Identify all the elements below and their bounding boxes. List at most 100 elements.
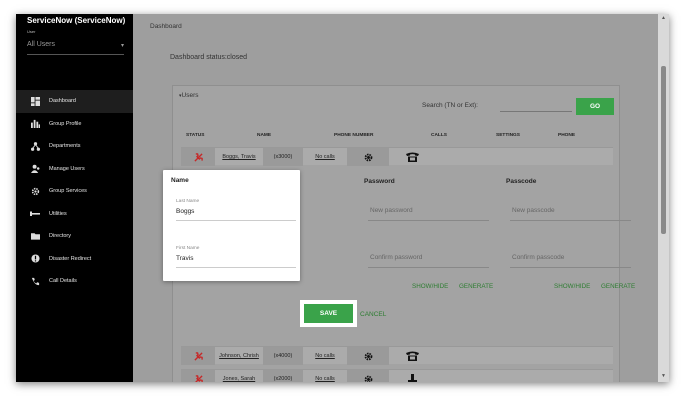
confirm-password-input[interactable]: Confirm password: [370, 254, 422, 261]
scroll-up-icon[interactable]: ▲: [661, 15, 666, 21]
sidebar-item-label: Departments: [49, 143, 81, 150]
first-name-label: First Name: [176, 246, 200, 251]
last-name-underline: [176, 220, 296, 221]
users-toggle[interactable]: ▾Users: [179, 92, 199, 99]
col-header-settings: SETTINGS: [496, 133, 520, 138]
desk-phone-icon: [405, 351, 419, 361]
sidebar-item-directory[interactable]: Directory: [16, 225, 133, 248]
sidebar-item-disaster-redirect[interactable]: Disaster Redirect: [16, 248, 133, 271]
folder-icon: [30, 231, 40, 241]
bar-chart-icon: [30, 119, 40, 129]
sidebar-item-departments[interactable]: Departments: [16, 135, 133, 158]
sidebar-item-label: Manage Users: [49, 165, 85, 172]
table-row: Johnson, Chrish (x4000) No calls: [181, 346, 613, 365]
sidebar-item-label: Utilities: [49, 210, 67, 217]
password-generate-link[interactable]: GENERATE: [459, 283, 493, 290]
new-password-input[interactable]: New password: [370, 207, 413, 214]
first-name-underline: [176, 267, 296, 268]
user-select[interactable]: All Users ▾: [27, 41, 124, 55]
no-phone-status-icon: [193, 351, 203, 361]
main-content: Dashboard Dashboard status:closed ▾Users…: [133, 14, 669, 382]
col-header-phone: PHONE: [558, 133, 576, 138]
user-name-link[interactable]: Jones, Sarah: [217, 370, 261, 382]
passcode-generate-link[interactable]: GENERATE: [601, 283, 635, 290]
sidebar-item-group-profile[interactable]: Group Profile: [16, 113, 133, 136]
sidebar-item-label: Group Services: [49, 188, 87, 195]
chevron-down-icon: ▾: [120, 43, 124, 49]
phone-button[interactable]: [391, 347, 433, 365]
no-phone-status-icon: [193, 152, 203, 162]
sidebar-item-label: Directory: [49, 233, 72, 240]
save-button[interactable]: SAVE: [304, 304, 353, 323]
user-name-link[interactable]: Boggs, Travis: [217, 148, 261, 166]
last-name-input[interactable]: Boggs: [176, 208, 194, 215]
app-title: ServiceNow (ServiceNow): [27, 16, 126, 25]
sidebar-item-dashboard[interactable]: Dashboard: [16, 90, 133, 113]
first-name-input[interactable]: Travis: [176, 255, 193, 262]
table-row: Boggs, Travis (x3000) No calls: [181, 147, 613, 166]
sidebar-item-label: Call Details: [49, 278, 77, 285]
sidebar-item-group-services[interactable]: Group Services: [16, 180, 133, 203]
name-header: Name: [171, 177, 189, 184]
scrollbar-thumb[interactable]: [661, 66, 666, 234]
settings-button[interactable]: [347, 370, 389, 382]
col-header-status: STATUS: [186, 133, 205, 138]
extension-cell: (x2000): [263, 370, 303, 382]
go-button[interactable]: GO: [576, 98, 614, 115]
new-passcode-input[interactable]: New passcode: [512, 207, 555, 214]
new-password-underline: [368, 220, 489, 221]
sidebar-item-utilities[interactable]: Utilities: [16, 203, 133, 226]
calls-link[interactable]: No calls: [305, 370, 345, 382]
gear-icon: [364, 153, 372, 161]
last-name-label: Last Name: [176, 199, 200, 204]
wrench-icon: [30, 209, 40, 219]
settings-button[interactable]: [347, 347, 389, 365]
app-window: ServiceNow (ServiceNow) User All Users ▾…: [16, 14, 669, 382]
scroll-down-icon[interactable]: ▼: [661, 373, 666, 379]
alert-icon: [30, 254, 40, 264]
passcode-header: Passcode: [506, 178, 537, 185]
sidebar-item-call-details[interactable]: Call Details: [16, 270, 133, 293]
search-label: Search (TN or Ext):: [422, 102, 478, 109]
password-header: Password: [364, 178, 395, 185]
col-header-phone-number: PHONE NUMBER: [334, 133, 374, 138]
org-chart-icon: [30, 141, 40, 151]
extension-cell: (x3000): [263, 148, 303, 166]
settings-button[interactable]: [347, 148, 389, 166]
status-cell[interactable]: [181, 370, 215, 382]
status-cell[interactable]: [181, 148, 215, 166]
calls-link[interactable]: No calls: [305, 347, 345, 365]
handset-phone-icon: [407, 373, 417, 382]
status-cell[interactable]: [181, 347, 215, 365]
sidebar-nav: Dashboard Group Profile Departments Mana…: [16, 90, 133, 293]
cancel-link[interactable]: CANCEL: [360, 311, 386, 318]
extension-cell: (x4000): [263, 347, 303, 365]
user-select-value: All Users: [27, 41, 56, 48]
passcode-show-hide-link[interactable]: SHOW/HIDE: [554, 283, 590, 290]
sidebar-item-label: Group Profile: [49, 120, 82, 127]
sidebar-item-manage-users[interactable]: Manage Users: [16, 158, 133, 181]
dashboard-status: Dashboard status:closed: [170, 54, 248, 61]
vertical-scrollbar[interactable]: ▲ ▼: [658, 14, 669, 382]
phone-button[interactable]: [391, 370, 433, 382]
no-phone-status-icon: [194, 374, 203, 382]
phone-icon: [30, 276, 40, 286]
password-show-hide-link[interactable]: SHOW/HIDE: [412, 283, 448, 290]
calls-link[interactable]: No calls: [305, 148, 345, 166]
new-passcode-underline: [510, 220, 631, 221]
dashboard-icon: [30, 96, 40, 106]
sidebar: ServiceNow (ServiceNow) User All Users ▾…: [16, 14, 133, 382]
confirm-passcode-underline: [510, 267, 631, 268]
sidebar-item-label: Dashboard: [49, 98, 76, 105]
users-icon: [30, 164, 40, 174]
gear-icon: [364, 375, 372, 382]
confirm-password-underline: [368, 267, 489, 268]
search-input[interactable]: [500, 102, 572, 112]
gear-icon: [30, 186, 40, 196]
confirm-passcode-input[interactable]: Confirm passcode: [512, 254, 564, 261]
phone-button[interactable]: [391, 148, 433, 166]
col-header-calls: CALLS: [431, 133, 447, 138]
user-label: User: [27, 29, 36, 34]
user-name-link[interactable]: Johnson, Chrish: [217, 347, 261, 365]
breadcrumb: Dashboard: [150, 23, 182, 30]
